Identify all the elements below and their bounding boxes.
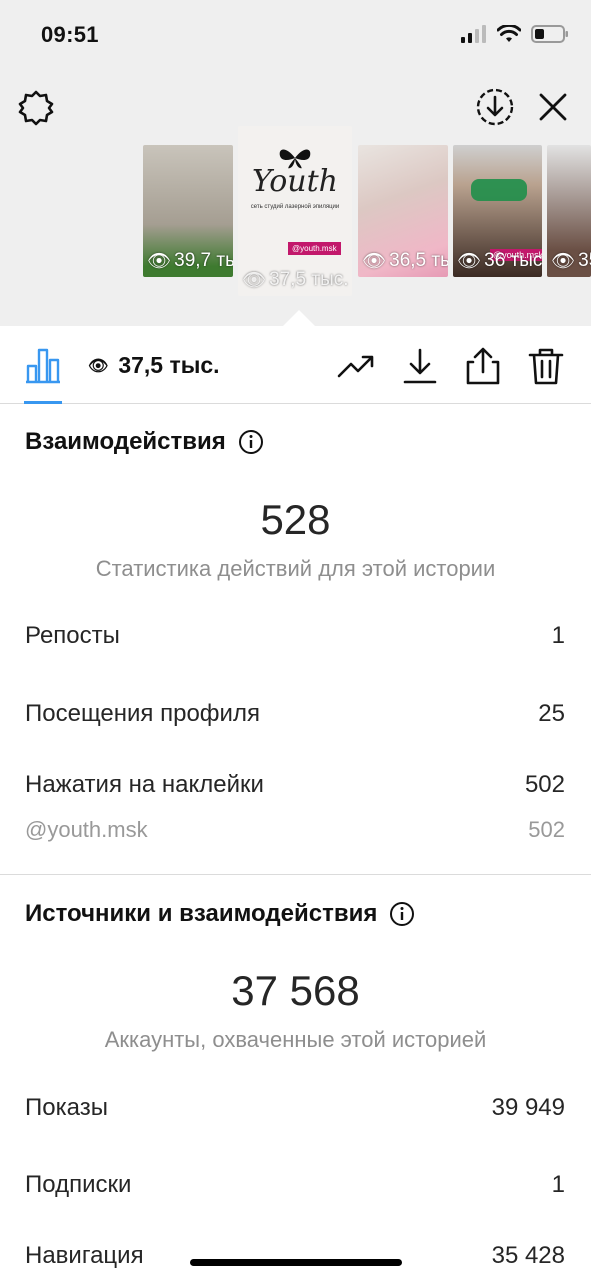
- stat-row: Подписки 1: [25, 1171, 565, 1199]
- story-logo: Youth: [252, 164, 338, 199]
- eye-icon: 👁: [88, 357, 109, 375]
- stat-row: Показы 39 949: [25, 1094, 565, 1122]
- story-thumbnail-selected[interactable]: Youth сеть студий лазерной эпиляции @you…: [238, 126, 352, 296]
- settings-gear-icon[interactable]: [16, 88, 56, 128]
- reach-count: 👁 37,5 тыс.: [88, 352, 220, 378]
- signal-icon: [461, 25, 486, 43]
- eye-icon: 👁: [147, 251, 172, 272]
- stat-sub-row: @youth.msk 502: [25, 817, 565, 843]
- interactions-caption: Статистика действий для этой истории: [95, 556, 496, 581]
- stat-label: Репосты: [25, 622, 120, 649]
- story-tag: @youth.msk: [288, 242, 341, 255]
- stat-label: Посещения профиля: [25, 700, 260, 727]
- thumbnail-views: 👁 36 тыс.: [457, 250, 542, 272]
- story-thumbnail[interactable]: 👁 36,5 тыс.: [358, 145, 448, 277]
- story-carousel-area: 09:51 👁 39,7 тыс.: [0, 0, 591, 326]
- discovery-section-title: Источники и взаимодействия: [25, 900, 415, 928]
- stat-row: Нажатия на наклейки 502: [25, 771, 565, 799]
- discovery-caption: Аккаунты, охваченные этой историей: [104, 1027, 487, 1052]
- stat-label: Навигация: [25, 1242, 144, 1269]
- section-divider: [0, 874, 591, 875]
- stat-value: 1: [551, 1171, 565, 1198]
- stat-label: Нажатия на наклейки: [25, 771, 264, 798]
- stat-value: 35 428: [491, 1242, 565, 1269]
- goggles-shape: [471, 179, 527, 201]
- thumbnail-views: 👁 37,5 тыс.: [242, 269, 349, 291]
- stat-value: 1: [551, 622, 565, 649]
- close-icon[interactable]: [534, 88, 572, 126]
- story-subtitle: сеть студий лазерной эпиляции: [250, 204, 340, 210]
- thumbnail-views: 👁 39,7 тыс.: [147, 250, 233, 272]
- stat-sub-label: @youth.msk: [25, 817, 148, 842]
- download-icon[interactable]: [400, 346, 440, 386]
- story-thumbnail[interactable]: @youth.msk 👁 36 тыс.: [453, 145, 542, 277]
- stat-value: 39 949: [491, 1094, 565, 1121]
- status-time: 09:51: [41, 22, 99, 47]
- trending-icon[interactable]: [336, 346, 376, 386]
- eye-icon: 👁: [362, 251, 387, 272]
- stat-sub-value: 502: [528, 817, 565, 842]
- info-icon[interactable]: [389, 901, 415, 927]
- discovery-total: 37 568: [231, 967, 360, 1014]
- eye-icon: 👁: [551, 251, 576, 272]
- thumbnail-views: 👁 36,5 тыс.: [362, 250, 448, 272]
- active-tab-indicator: [24, 401, 62, 404]
- eye-icon: 👁: [242, 270, 267, 291]
- thumbnail-views: 👁 35: [551, 250, 591, 272]
- stat-row: Репосты 1: [25, 622, 565, 650]
- stat-label: Подписки: [25, 1171, 132, 1198]
- selection-pointer: [283, 310, 315, 326]
- stat-row: Посещения профиля 25: [25, 700, 565, 728]
- info-icon[interactable]: [238, 429, 264, 455]
- stat-value: 25: [538, 700, 565, 727]
- status-icons: [461, 24, 569, 44]
- wifi-icon: [497, 25, 521, 42]
- stat-value: 502: [524, 771, 565, 798]
- home-indicator[interactable]: [190, 1259, 402, 1266]
- stat-label: Показы: [25, 1094, 108, 1121]
- share-icon[interactable]: [463, 346, 503, 386]
- trash-icon[interactable]: [526, 346, 566, 386]
- download-circle-icon[interactable]: [474, 86, 516, 128]
- interactions-section-title: Взаимодействия: [25, 428, 264, 456]
- interactions-total: 528: [260, 496, 331, 543]
- battery-icon: [531, 25, 568, 43]
- story-thumbnail[interactable]: 👁 39,7 тыс.: [143, 145, 233, 277]
- insights-toolbar: 👁 37,5 тыс.: [0, 326, 591, 404]
- bar-chart-icon[interactable]: [24, 346, 62, 384]
- story-thumbnail[interactable]: 👁 35: [547, 145, 591, 277]
- eye-icon: 👁: [457, 251, 482, 272]
